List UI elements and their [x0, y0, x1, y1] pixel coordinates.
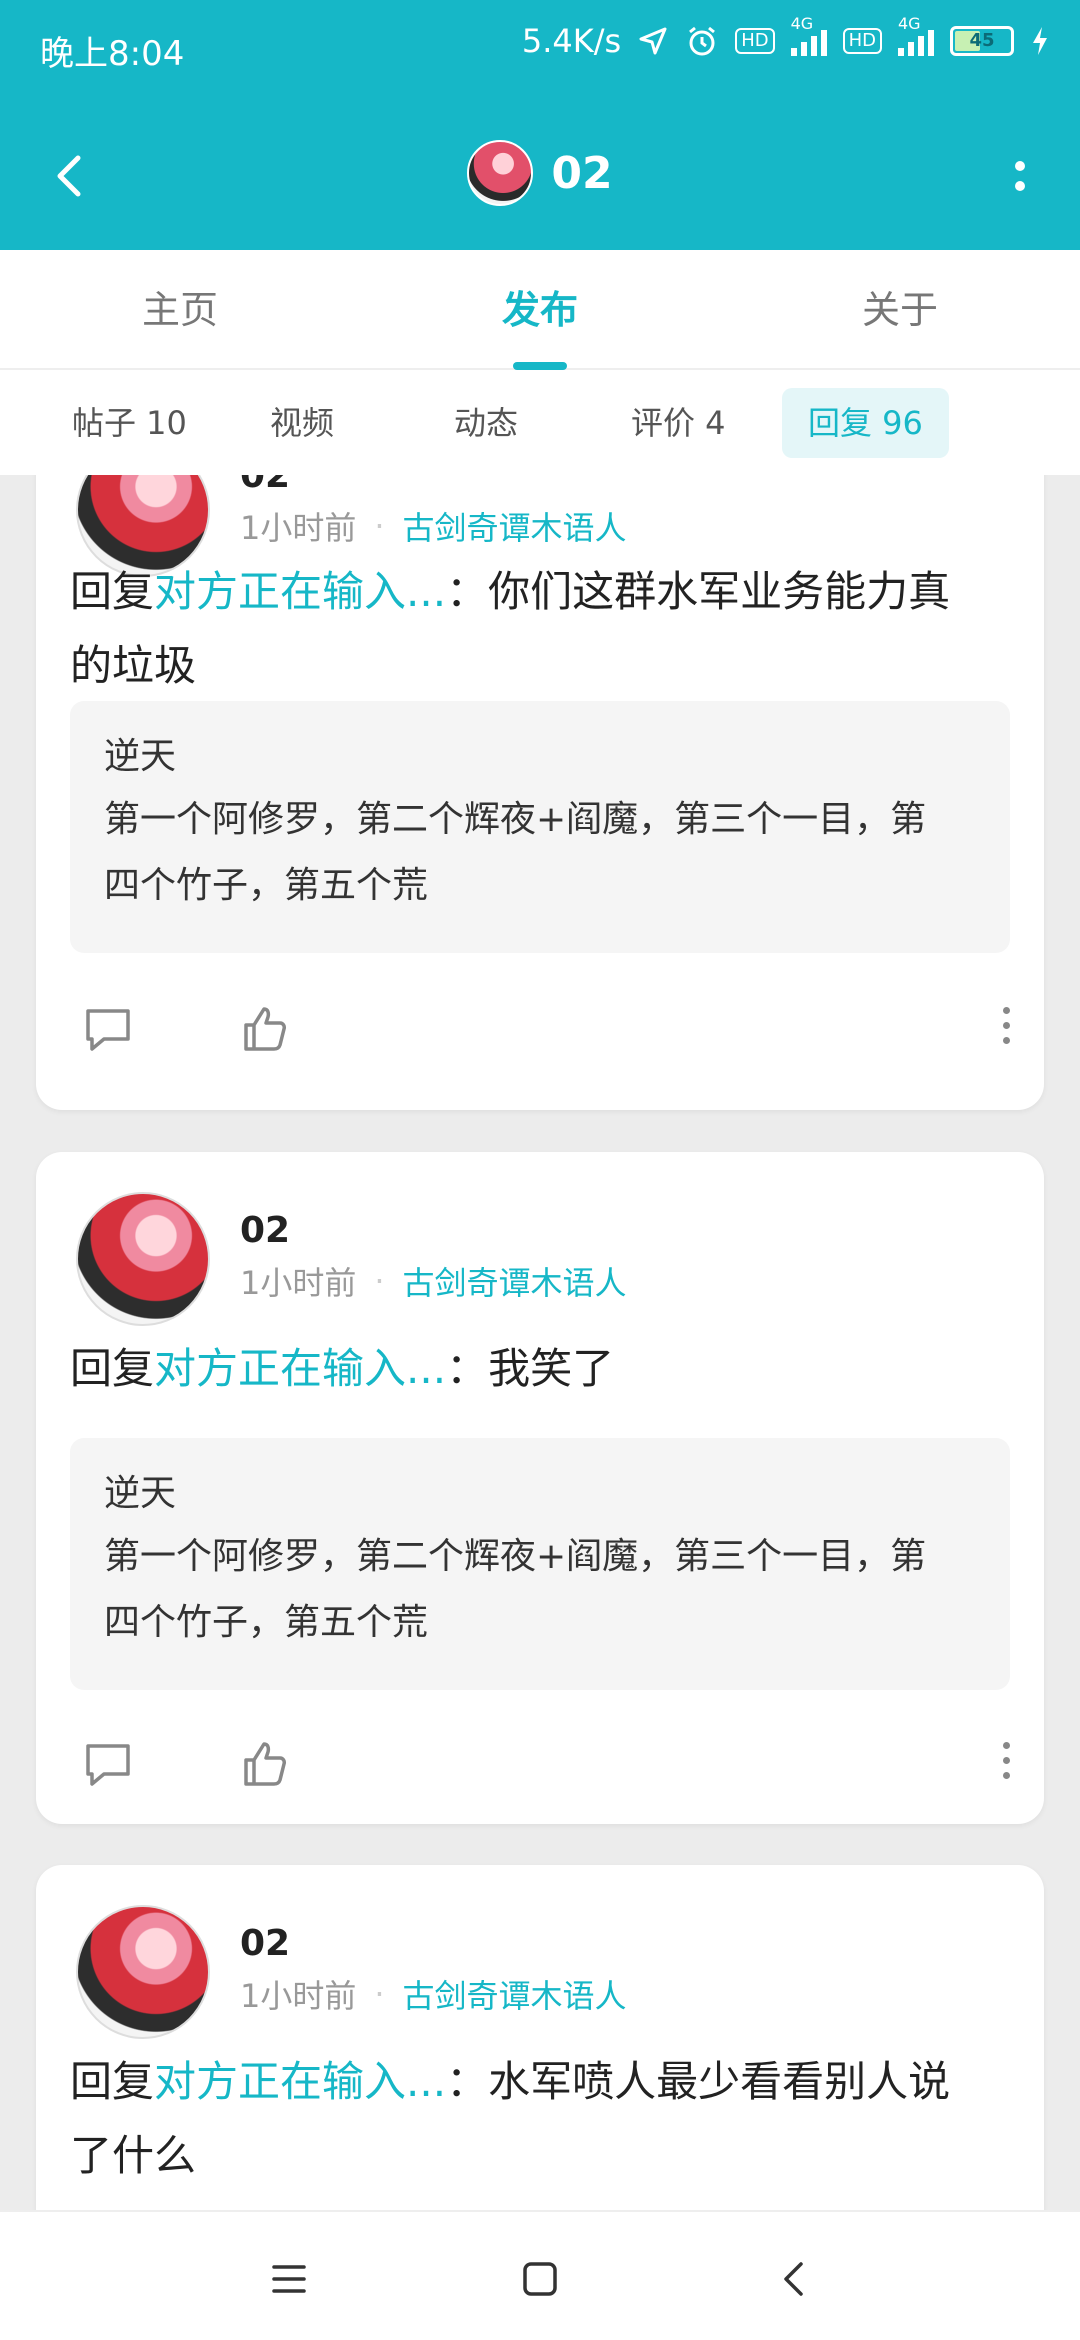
status-time: 晚上8:04 [40, 34, 185, 74]
tab-about[interactable]: 关于 [750, 250, 1050, 370]
menu-icon[interactable] [262, 2252, 316, 2306]
network-type-2: 4G [898, 14, 921, 33]
quoted-text-line-1: 第一个阿修罗，第二个辉夜+阎魔，第三个一目，第 [104, 799, 927, 840]
battery-icon: 45 [950, 26, 1014, 56]
charging-icon [1033, 27, 1047, 55]
reply-colon: ： [446, 567, 489, 616]
game-tag[interactable]: 古剑奇谭木语人 [403, 1971, 627, 2017]
reply-card[interactable]: 02 1小时前 · 古剑奇谭木语人 回复对方正在输入...：我笑了 逆天 第一个… [36, 1152, 1044, 1824]
signal-icon-2: 4G [898, 14, 934, 56]
home-icon[interactable] [513, 2252, 567, 2306]
profile-tabs: 主页 发布 关于 [0, 250, 1080, 370]
quoted-text-line-2: 四个竹子，第五个荒 [104, 1602, 429, 1643]
subtab-posts[interactable]: 帖子 10 [46, 388, 213, 458]
tab-indicator [513, 362, 567, 370]
mention-link[interactable]: 对方正在输入... [154, 1344, 446, 1393]
quoted-comment[interactable]: 逆天 第一个阿修罗，第二个辉夜+阎魔，第三个一目，第 四个竹子，第五个荒 [70, 1438, 1010, 1690]
reply-line-1: 我笑了 [488, 1344, 615, 1393]
quoted-comment[interactable]: 逆天 第一个阿修罗，第二个辉夜+阎魔，第三个一目，第 四个竹子，第五个荒 [70, 701, 1010, 953]
reply-text: 回复对方正在输入...：我笑了 [70, 1332, 1010, 1406]
author-name[interactable]: 02 [240, 1923, 290, 1964]
reply-line-2: 了什么 [70, 2131, 197, 2180]
post-time: 1小时前 [240, 1977, 357, 2015]
post-meta: 1小时前 · 古剑奇谭木语人 [240, 1971, 627, 2017]
network-speed: 5.4K/s [521, 22, 622, 60]
subtab-reviews[interactable]: 评价 4 [605, 388, 752, 458]
tab-home[interactable]: 主页 [30, 250, 330, 370]
separator-dot: · [374, 1975, 385, 2013]
post-time: 1小时前 [240, 509, 357, 547]
post-meta: 1小时前 · 古剑奇谭木语人 [240, 503, 627, 549]
reply-card[interactable]: 02 1小时前 · 古剑奇谭木语人 回复对方正在输入...：水军喷人最少看看别人… [36, 1865, 1044, 2210]
subtab-replies[interactable]: 回复 96 [782, 388, 949, 458]
signal-icon-1: 4G [790, 14, 827, 56]
more-options-icon[interactable] [1003, 1007, 1010, 1044]
subtab-videos[interactable]: 视频 [244, 388, 360, 458]
quoted-author: 逆天 [104, 736, 177, 777]
game-tag[interactable]: 古剑奇谭木语人 [403, 1258, 627, 1304]
more-options-icon[interactable] [1003, 1742, 1010, 1779]
separator-dot: · [374, 507, 385, 545]
network-type-1: 4G [790, 14, 814, 33]
post-meta: 1小时前 · 古剑奇谭木语人 [240, 1258, 627, 1304]
alarm-icon [689, 26, 716, 56]
quoted-text-line-1: 第一个阿修罗，第二个辉夜+阎魔，第三个一目，第 [104, 1536, 927, 1577]
thumbs-up-icon[interactable] [236, 1001, 292, 1057]
hd-badge-2: HD [842, 28, 882, 54]
reply-text: 回复对方正在输入...：水军喷人最少看看别人说 了什么 [70, 2045, 1010, 2193]
card-actions [36, 989, 1044, 1069]
top-app-bar: 晚上8:04 5.4K/s HD 4G HD 4G 45 02 [0, 0, 1080, 250]
mention-link[interactable]: 对方正在输入... [154, 567, 446, 616]
content-filter-tabs: 帖子 10 视频 动态 评价 4 回复 96 [0, 370, 1080, 475]
mention-link[interactable]: 对方正在输入... [154, 2057, 446, 2106]
reply-feed[interactable]: 02 1小时前 · 古剑奇谭木语人 回复对方正在输入...：你们这群水军业务能力… [0, 475, 1080, 2210]
reply-text: 回复对方正在输入...：你们这群水军业务能力真 的垃圾 [70, 555, 1010, 703]
avatar [467, 140, 534, 206]
hd-badge-1: HD [735, 28, 775, 54]
reply-prefix: 回复 [70, 2057, 155, 2106]
quoted-author: 逆天 [104, 1473, 177, 1514]
nav-row: 02 [0, 120, 1080, 230]
more-vertical-icon[interactable] [1000, 146, 1040, 206]
reply-prefix: 回复 [70, 1344, 155, 1393]
author-name[interactable]: 02 [240, 1210, 290, 1251]
page-title: 02 [551, 147, 613, 199]
reply-line-1: 你们这群水军业务能力真 [488, 567, 951, 616]
separator-dot: · [374, 1262, 385, 1300]
tab-publish-label: 发布 [501, 288, 578, 332]
reply-colon: ： [446, 1344, 489, 1393]
reply-prefix: 回复 [70, 567, 155, 616]
comment-icon[interactable] [80, 1001, 136, 1057]
reply-card[interactable]: 02 1小时前 · 古剑奇谭木语人 回复对方正在输入...：你们这群水军业务能力… [36, 475, 1044, 1110]
quoted-text-line-2: 四个竹子，第五个荒 [104, 865, 429, 906]
back-icon[interactable] [768, 2252, 822, 2306]
reply-line-1: 水军喷人最少看看别人说 [488, 2057, 951, 2106]
thumbs-up-icon[interactable] [236, 1736, 292, 1792]
profile-title[interactable]: 02 [0, 140, 1080, 206]
location-icon [639, 27, 667, 55]
post-time: 1小时前 [240, 1264, 357, 1302]
avatar[interactable] [76, 1905, 210, 2039]
tab-publish[interactable]: 发布 [390, 250, 690, 370]
author-name[interactable]: 02 [240, 475, 290, 496]
status-bar: 晚上8:04 5.4K/s HD 4G HD 4G 45 [0, 0, 1080, 100]
avatar[interactable] [76, 1192, 210, 1326]
reply-colon: ： [446, 2057, 489, 2106]
card-actions [36, 1724, 1044, 1804]
status-icons: 5.4K/s HD 4G HD 4G 45 [521, 14, 1050, 60]
subtab-moments[interactable]: 动态 [428, 388, 544, 458]
system-nav-bar [0, 2210, 1080, 2340]
game-tag[interactable]: 古剑奇谭木语人 [403, 503, 627, 549]
reply-line-2: 的垃圾 [70, 641, 197, 690]
battery-level: 45 [969, 30, 995, 51]
comment-icon[interactable] [80, 1736, 136, 1792]
